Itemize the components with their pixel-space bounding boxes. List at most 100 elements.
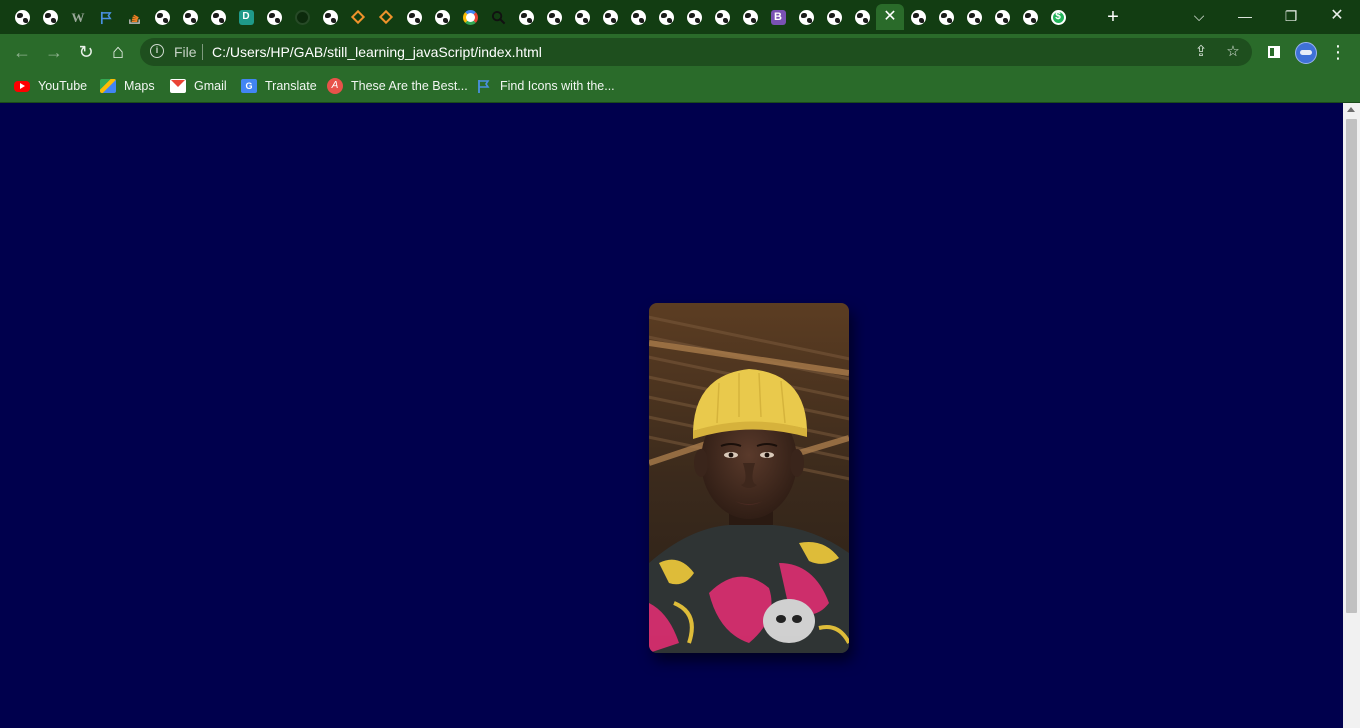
side-panel-button[interactable]: [1262, 40, 1286, 64]
browser-tab[interactable]: B: [764, 4, 792, 30]
browser-tab[interactable]: [540, 4, 568, 30]
w-icon: W: [71, 9, 85, 25]
globe-icon: [546, 9, 562, 25]
globe-icon: [714, 9, 730, 25]
browser-tab[interactable]: $: [1044, 4, 1072, 30]
globe-icon: [210, 9, 226, 25]
browser-menu-button[interactable]: ⋮: [1326, 40, 1350, 64]
browser-tab[interactable]: [1016, 4, 1044, 30]
magnifier-icon: [491, 10, 506, 25]
globe-icon: [266, 9, 282, 25]
browser-tab[interactable]: [848, 4, 876, 30]
globe-icon: [742, 9, 758, 25]
address-bar[interactable]: i File C:/Users/HP/GAB/still_learning_ja…: [140, 38, 1252, 66]
browser-tab[interactable]: D: [232, 4, 260, 30]
back-button[interactable]: ←: [10, 40, 34, 64]
browser-tab[interactable]: [148, 4, 176, 30]
restore-button[interactable]: ❐: [1277, 6, 1305, 26]
minimize-button[interactable]: —: [1231, 6, 1259, 26]
scroll-up-arrow-icon[interactable]: [1347, 107, 1355, 112]
globe-icon: [574, 9, 590, 25]
browser-tab[interactable]: [120, 4, 148, 30]
browser-tab[interactable]: [988, 4, 1016, 30]
browser-tab[interactable]: [596, 4, 624, 30]
globe-icon: [994, 9, 1010, 25]
window-close-button[interactable]: ✕: [1323, 6, 1351, 26]
browser-tab[interactable]: [428, 4, 456, 30]
share-icon[interactable]: ⇪: [1192, 43, 1210, 61]
bookmark-maps[interactable]: Maps: [100, 76, 155, 96]
browser-tab[interactable]: [456, 4, 484, 30]
bookmark-label: Find Icons with the...: [500, 79, 615, 93]
globe-icon: [434, 9, 450, 25]
browser-tab[interactable]: [708, 4, 736, 30]
dollar-icon: $: [1050, 9, 1066, 25]
forward-button[interactable]: →: [42, 40, 66, 64]
bookmark-find-icons[interactable]: Find Icons with the...: [476, 76, 615, 96]
address-divider: [202, 44, 203, 60]
browser-tab[interactable]: [680, 4, 708, 30]
browser-tab[interactable]: [372, 4, 400, 30]
active-tab[interactable]: ✕: [876, 4, 904, 30]
profile-avatar[interactable]: [1295, 42, 1317, 64]
translate-icon: G: [241, 79, 257, 93]
browser-tab[interactable]: [288, 4, 316, 30]
globe-icon: [406, 9, 422, 25]
page-scrollbar[interactable]: [1343, 103, 1360, 728]
browser-tab[interactable]: [36, 4, 64, 30]
globe-icon: [154, 9, 170, 25]
browser-tab[interactable]: [204, 4, 232, 30]
browser-tab[interactable]: [8, 4, 36, 30]
site-info-icon[interactable]: i: [150, 44, 164, 58]
flag-icon: [99, 10, 114, 25]
these-are-the-best-icon: A: [327, 78, 343, 94]
browser-tab[interactable]: W: [64, 4, 92, 30]
new-tab-button[interactable]: +: [1102, 6, 1124, 28]
browser-tab[interactable]: [792, 4, 820, 30]
globe-icon: [826, 9, 842, 25]
browser-tab[interactable]: [400, 4, 428, 30]
globe-icon: [182, 9, 198, 25]
browser-tab[interactable]: [176, 4, 204, 30]
browser-toolbar: ← → ↻ ⌂ i File C:/Users/HP/GAB/still_lea…: [0, 34, 1360, 70]
bootstrap-icon: B: [770, 9, 786, 25]
close-icon[interactable]: ✕: [883, 9, 896, 25]
browser-tab[interactable]: [568, 4, 596, 30]
reload-button[interactable]: ↻: [74, 40, 98, 64]
home-button[interactable]: ⌂: [106, 40, 130, 64]
browser-tab[interactable]: [820, 4, 848, 30]
bookmark-gmail[interactable]: Gmail: [170, 76, 227, 96]
browser-tab[interactable]: [960, 4, 988, 30]
browser-tab[interactable]: [316, 4, 344, 30]
browser-tab[interactable]: [92, 4, 120, 30]
browser-tab[interactable]: [736, 4, 764, 30]
tab-search-button[interactable]: ⌵: [1185, 6, 1213, 26]
browser-tab[interactable]: [904, 4, 932, 30]
browser-tab[interactable]: [652, 4, 680, 30]
maps-icon: [100, 79, 116, 93]
diamond-icon: [350, 9, 366, 25]
bookmark-label: These Are the Best...: [351, 79, 468, 93]
browser-tab[interactable]: [260, 4, 288, 30]
portrait-image: [649, 303, 849, 653]
browser-tab[interactable]: [484, 4, 512, 30]
bookmark-translate[interactable]: G Translate: [241, 76, 317, 96]
bookmark-star-icon[interactable]: ☆: [1224, 43, 1242, 61]
browser-tab[interactable]: [344, 4, 372, 30]
browser-tab[interactable]: [624, 4, 652, 30]
bookmark-label: Maps: [124, 79, 155, 93]
scrollbar-thumb[interactable]: [1346, 119, 1357, 613]
browser-tab[interactable]: [512, 4, 540, 30]
github-icon: [294, 9, 310, 25]
google-icon: [462, 9, 478, 25]
globe-icon: [798, 9, 814, 25]
bookmark-these-are-the-best[interactable]: A These Are the Best...: [327, 76, 468, 96]
globe-icon: [322, 9, 338, 25]
globe-icon: [1022, 9, 1038, 25]
address-url[interactable]: C:/Users/HP/GAB/still_learning_javaScrip…: [212, 44, 542, 60]
globe-icon: [686, 9, 702, 25]
bookmark-label: Translate: [265, 79, 317, 93]
bookmark-youtube[interactable]: YouTube: [14, 76, 87, 96]
diamond-icon: [378, 9, 394, 25]
browser-tab[interactable]: [932, 4, 960, 30]
